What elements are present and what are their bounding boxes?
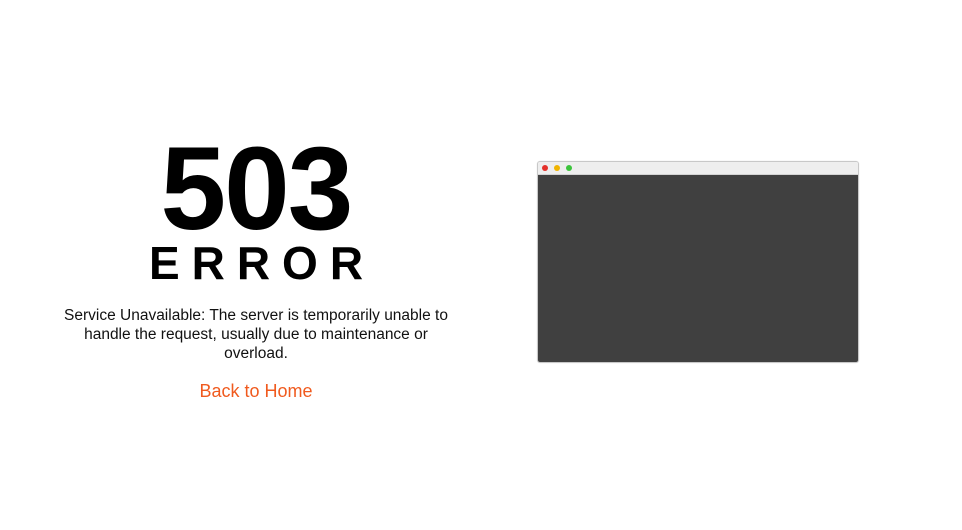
minimize-dot-icon xyxy=(554,165,560,171)
error-page: 503 ERROR Service Unavailable: The serve… xyxy=(0,0,962,530)
close-dot-icon xyxy=(542,165,548,171)
error-code: 503 xyxy=(160,123,354,255)
error-content: 503 ERROR Service Unavailable: The serve… xyxy=(46,130,466,402)
browser-window-illustration xyxy=(537,161,859,363)
browser-screen xyxy=(538,175,858,362)
error-heading: ERROR xyxy=(148,237,376,289)
maximize-dot-icon xyxy=(566,165,572,171)
error-message: Service Unavailable: The server is tempo… xyxy=(64,307,448,362)
back-to-home-link[interactable]: Back to Home xyxy=(199,381,312,402)
browser-title-bar xyxy=(538,162,858,175)
